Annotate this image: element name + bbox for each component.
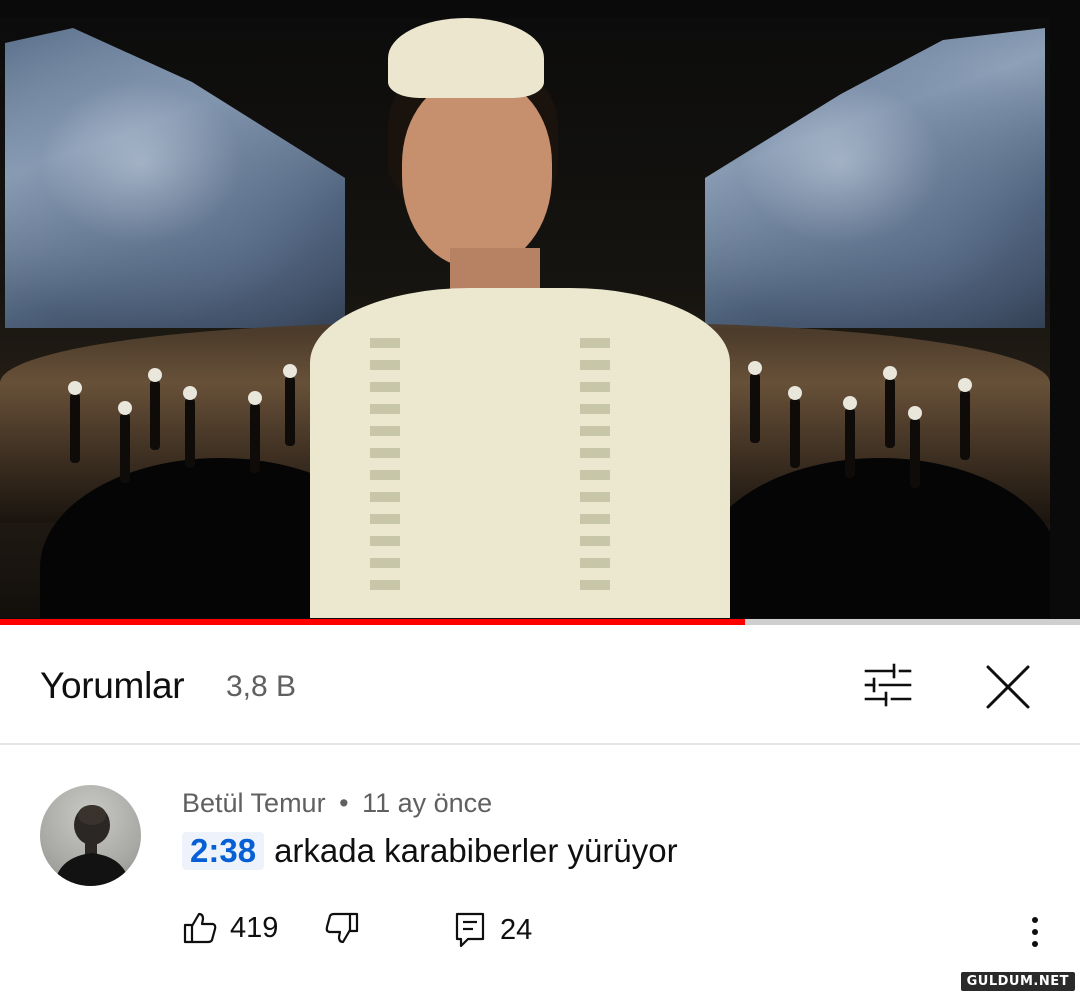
- thumbs-down-icon: [325, 912, 359, 944]
- background-wing-left: [5, 28, 345, 328]
- close-icon: [986, 665, 1030, 709]
- dislike-button[interactable]: [324, 910, 360, 946]
- comments-count: 3,8 B: [226, 670, 297, 703]
- avatar[interactable]: [40, 785, 141, 886]
- walker-figure: [183, 386, 197, 468]
- comment-actions: 419 24: [182, 910, 1062, 958]
- walker-figure: [883, 366, 897, 448]
- comment-body: 2:38 arkada karabiberler yürüyor: [182, 832, 678, 870]
- more-options-button[interactable]: [1020, 912, 1050, 952]
- walker-figure: [908, 406, 922, 488]
- walker-figure: [748, 361, 762, 443]
- background-wing-right: [705, 28, 1045, 328]
- sort-filter-button[interactable]: [860, 661, 916, 709]
- comment-author[interactable]: Betül Temur: [182, 788, 326, 818]
- comment-text: arkada karabiberler yürüyor: [274, 832, 678, 869]
- like-button[interactable]: 419: [182, 910, 278, 946]
- reply-comment-icon: [455, 912, 485, 948]
- comments-title: Yorumlar: [40, 665, 185, 706]
- walker-figure: [148, 368, 162, 450]
- video-frame: [0, 18, 1050, 618]
- sort-filter-icon: [864, 663, 912, 707]
- walker-figure: [788, 386, 802, 468]
- person-silhouette-icon: [54, 805, 130, 886]
- watermark-logo: GULDUM.NET: [959, 971, 1076, 992]
- video-subject: [310, 18, 740, 618]
- close-button[interactable]: [980, 659, 1036, 715]
- walker-figure: [68, 381, 82, 463]
- walker-figure: [843, 396, 857, 478]
- comment-time: 11 ay önce: [362, 788, 493, 818]
- walker-figure: [283, 364, 297, 446]
- walker-figure: [248, 391, 262, 473]
- like-count: 419: [230, 911, 279, 944]
- walker-figure: [958, 378, 972, 460]
- author-separator: •: [339, 788, 349, 818]
- walker-figure: [118, 401, 132, 483]
- thumbs-up-icon: [183, 912, 217, 944]
- timestamp-link[interactable]: 2:38: [182, 832, 265, 870]
- reply-count: 24: [500, 913, 533, 946]
- comments-header: Yorumlar 3,8 B: [0, 625, 1080, 745]
- video-player[interactable]: [0, 0, 1080, 625]
- more-vertical-icon: [1032, 917, 1038, 947]
- reply-button[interactable]: 24: [452, 910, 532, 950]
- comment-author-line: Betül Temur • 11 ay önce: [182, 788, 492, 819]
